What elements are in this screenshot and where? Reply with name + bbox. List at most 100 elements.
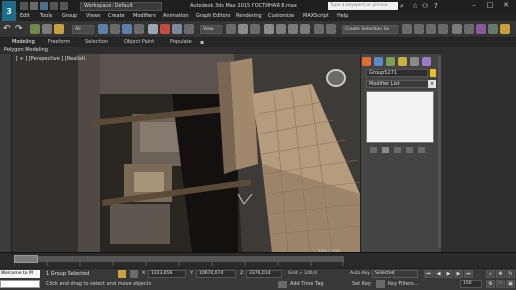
key-filters-button[interactable]: Key Filters... <box>388 281 418 288</box>
menu-help[interactable]: Help <box>337 13 348 20</box>
named-selection-dropdown[interactable]: Create Selection Se <box>342 25 398 34</box>
make-unique-icon[interactable] <box>394 147 401 153</box>
chevron-down-icon[interactable]: ▾ <box>428 80 436 88</box>
snap-icon[interactable] <box>264 24 274 34</box>
material-editor-icon[interactable] <box>476 24 486 34</box>
redo-quick-icon[interactable] <box>60 2 68 10</box>
tab-selection[interactable]: Selection <box>85 39 108 46</box>
lock-icon[interactable] <box>118 270 126 278</box>
maxscript-listener[interactable]: Welcome to M <box>0 270 40 278</box>
modify-tab-icon[interactable] <box>374 57 383 66</box>
maxscript-input[interactable] <box>0 280 40 288</box>
select-by-name-icon[interactable] <box>110 24 120 34</box>
new-file-icon[interactable] <box>20 2 28 10</box>
current-frame-field[interactable]: 100 <box>460 280 482 288</box>
select-icon[interactable] <box>98 24 108 34</box>
layer-manager-icon[interactable] <box>426 24 436 34</box>
workspace-dropdown[interactable]: Workspace: Default <box>80 2 162 11</box>
window-crossing-icon[interactable] <box>134 24 144 34</box>
maximize-viewport-icon[interactable]: ▣ <box>506 280 515 288</box>
menu-create[interactable]: Create <box>108 13 125 20</box>
app-logo-icon[interactable]: 3 <box>2 1 16 22</box>
modifier-list-dropdown[interactable]: Modifier List <box>366 80 436 88</box>
star-icon[interactable]: ☆ <box>412 2 420 10</box>
redo-icon[interactable]: ↷ <box>15 24 25 34</box>
selection-filter-dropdown[interactable]: All <box>72 25 94 34</box>
transform-mode-icon[interactable] <box>130 270 138 278</box>
render-icon[interactable] <box>500 24 510 34</box>
perspective-viewport[interactable] <box>12 54 360 252</box>
select-manipulate-icon[interactable] <box>238 24 248 34</box>
key-icon[interactable] <box>376 280 385 288</box>
menu-customize[interactable]: Customize <box>268 13 294 20</box>
utilities-tab-icon[interactable] <box>422 57 431 66</box>
menu-edit[interactable]: Edit <box>20 13 30 20</box>
menu-modifiers[interactable]: Modifiers <box>133 13 156 20</box>
keyboard-shortcut-icon[interactable] <box>250 24 260 34</box>
place-icon[interactable] <box>184 24 194 34</box>
angle-snap-icon[interactable] <box>276 24 286 34</box>
save-file-icon[interactable] <box>40 2 48 10</box>
auto-key-button[interactable]: Auto Key <box>350 271 370 277</box>
region-select-icon[interactable] <box>122 24 132 34</box>
menu-views[interactable]: Views <box>86 13 100 20</box>
key-selection-dropdown[interactable]: Selected <box>372 270 418 278</box>
tab-freeform[interactable]: Freeform <box>48 39 70 46</box>
curve-editor-icon[interactable] <box>452 24 462 34</box>
help-icon[interactable]: ? <box>434 2 442 10</box>
scale-icon[interactable] <box>172 24 182 34</box>
viewcube-icon[interactable] <box>326 69 346 87</box>
y-coordinate-field[interactable]: 10670,074 <box>196 270 236 278</box>
tab-modeling[interactable]: Modeling <box>12 39 35 46</box>
menu-group[interactable]: Group <box>62 13 77 20</box>
tab-object-paint[interactable]: Object Paint <box>124 39 154 46</box>
spinner-snap-icon[interactable] <box>300 24 310 34</box>
unlink-icon[interactable] <box>42 24 52 34</box>
align-icon[interactable] <box>414 24 424 34</box>
graphite-toggle-icon[interactable] <box>438 24 448 34</box>
remove-modifier-icon[interactable] <box>406 147 413 153</box>
undo-quick-icon[interactable] <box>50 2 58 10</box>
orbit-icon[interactable]: ↻ <box>506 270 515 278</box>
pin-stack-icon[interactable] <box>370 147 377 153</box>
menu-maxscript[interactable]: MAXScript <box>303 13 329 20</box>
x-coordinate-field[interactable]: 1223,656 <box>148 270 186 278</box>
object-color-swatch[interactable] <box>430 69 436 77</box>
open-file-icon[interactable] <box>30 2 38 10</box>
named-selection-sets-icon[interactable] <box>326 24 336 34</box>
fov-icon[interactable]: ◠ <box>496 280 505 288</box>
time-tag-icon[interactable] <box>278 281 287 288</box>
maximize-icon[interactable]: □ <box>482 0 498 10</box>
pan-icon[interactable]: ✥ <box>496 270 505 278</box>
play-icon[interactable]: ▶ <box>444 270 453 278</box>
set-key-button[interactable]: Set Key <box>352 281 371 288</box>
menu-tools[interactable]: Tools <box>40 13 52 20</box>
object-name-field[interactable]: Group5271 <box>366 69 428 77</box>
close-icon[interactable]: ✕ <box>498 0 514 10</box>
show-end-result-icon[interactable] <box>382 147 389 153</box>
undo-icon[interactable]: ↶ <box>3 24 13 34</box>
reference-coord-dropdown[interactable]: View <box>200 25 222 34</box>
search-input[interactable]: Type a keyword or phrase <box>328 2 398 10</box>
search-icon[interactable]: ⌕ <box>400 2 408 10</box>
pivot-icon[interactable] <box>226 24 236 34</box>
minimize-icon[interactable]: – <box>466 0 482 10</box>
bind-space-warp-icon[interactable] <box>54 24 64 34</box>
configure-modifier-sets-icon[interactable] <box>418 147 425 153</box>
edit-named-selection-icon[interactable] <box>314 24 324 34</box>
create-tab-icon[interactable] <box>362 57 371 66</box>
add-time-tag[interactable]: Add Time Tag <box>290 281 324 288</box>
rotate-icon[interactable] <box>160 24 170 34</box>
z-coordinate-field[interactable]: 3376,014 <box>246 270 282 278</box>
prev-frame-icon[interactable]: ◀ <box>434 270 443 278</box>
modifier-stack[interactable] <box>366 91 434 143</box>
display-tab-icon[interactable] <box>410 57 419 66</box>
next-frame-icon[interactable]: ▶ <box>454 270 463 278</box>
time-config-icon[interactable]: ⚙ <box>486 280 495 288</box>
menu-graph-editors[interactable]: Graph Editors <box>196 13 230 20</box>
tab-populate[interactable]: Populate <box>170 39 192 46</box>
mirror-icon[interactable] <box>402 24 412 34</box>
zoom-icon[interactable]: ⌕ <box>486 270 495 278</box>
move-icon[interactable] <box>148 24 158 34</box>
viewport-label[interactable]: [ + ] [Perspective ] [Realisti <box>16 56 85 63</box>
